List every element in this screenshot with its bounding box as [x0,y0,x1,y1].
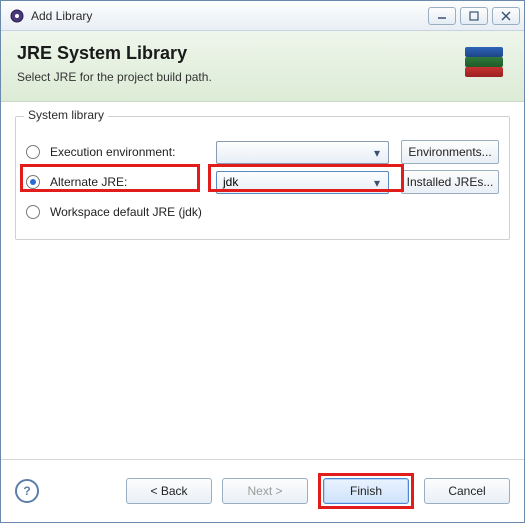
help-icon[interactable]: ? [15,479,39,503]
content-area: System library Execution environment: ▾ … [1,102,524,459]
window-title: Add Library [31,9,428,23]
back-button[interactable]: < Back [126,478,212,504]
alt-jre-label: Alternate JRE: [50,175,210,189]
footer: ? < Back Next > Finish Cancel [1,470,524,522]
workspace-default-radio[interactable] [26,205,40,219]
banner: JRE System Library Select JRE for the pr… [1,31,524,102]
cancel-button[interactable]: Cancel [424,478,510,504]
page-title: JRE System Library [17,43,460,64]
exec-env-radio[interactable] [26,145,40,159]
group-label: System library [24,108,108,122]
titlebar: Add Library [1,1,524,31]
books-icon [460,43,508,87]
maximize-button[interactable] [460,7,488,25]
dialog-window: Add Library JRE System Library Select JR… [0,0,525,523]
alt-jre-radio[interactable] [26,175,40,189]
alt-jre-row: Alternate JRE: jdk ▾ Installed JREs... [26,167,499,197]
page-subtitle: Select JRE for the project build path. [17,70,460,84]
installed-jres-button[interactable]: Installed JREs... [401,170,499,194]
minimize-button[interactable] [428,7,456,25]
app-icon [9,8,25,24]
environments-button[interactable]: Environments... [401,140,499,164]
chevron-down-icon: ▾ [370,176,384,190]
highlight-box: Finish [318,473,414,509]
exec-env-row: Execution environment: ▾ Environments... [26,137,499,167]
alt-jre-value: jdk [223,175,238,189]
close-button[interactable] [492,7,520,25]
exec-env-combo[interactable]: ▾ [216,141,389,164]
next-button[interactable]: Next > [222,478,308,504]
chevron-down-icon: ▾ [370,146,384,160]
alt-jre-combo[interactable]: jdk ▾ [216,171,389,194]
system-library-group: System library Execution environment: ▾ … [15,116,510,240]
exec-env-label: Execution environment: [50,145,210,159]
window-controls [428,7,520,25]
workspace-default-label: Workspace default JRE (jdk) [50,205,202,219]
workspace-default-row: Workspace default JRE (jdk) [26,197,499,227]
finish-button[interactable]: Finish [323,478,409,504]
divider [1,459,524,460]
